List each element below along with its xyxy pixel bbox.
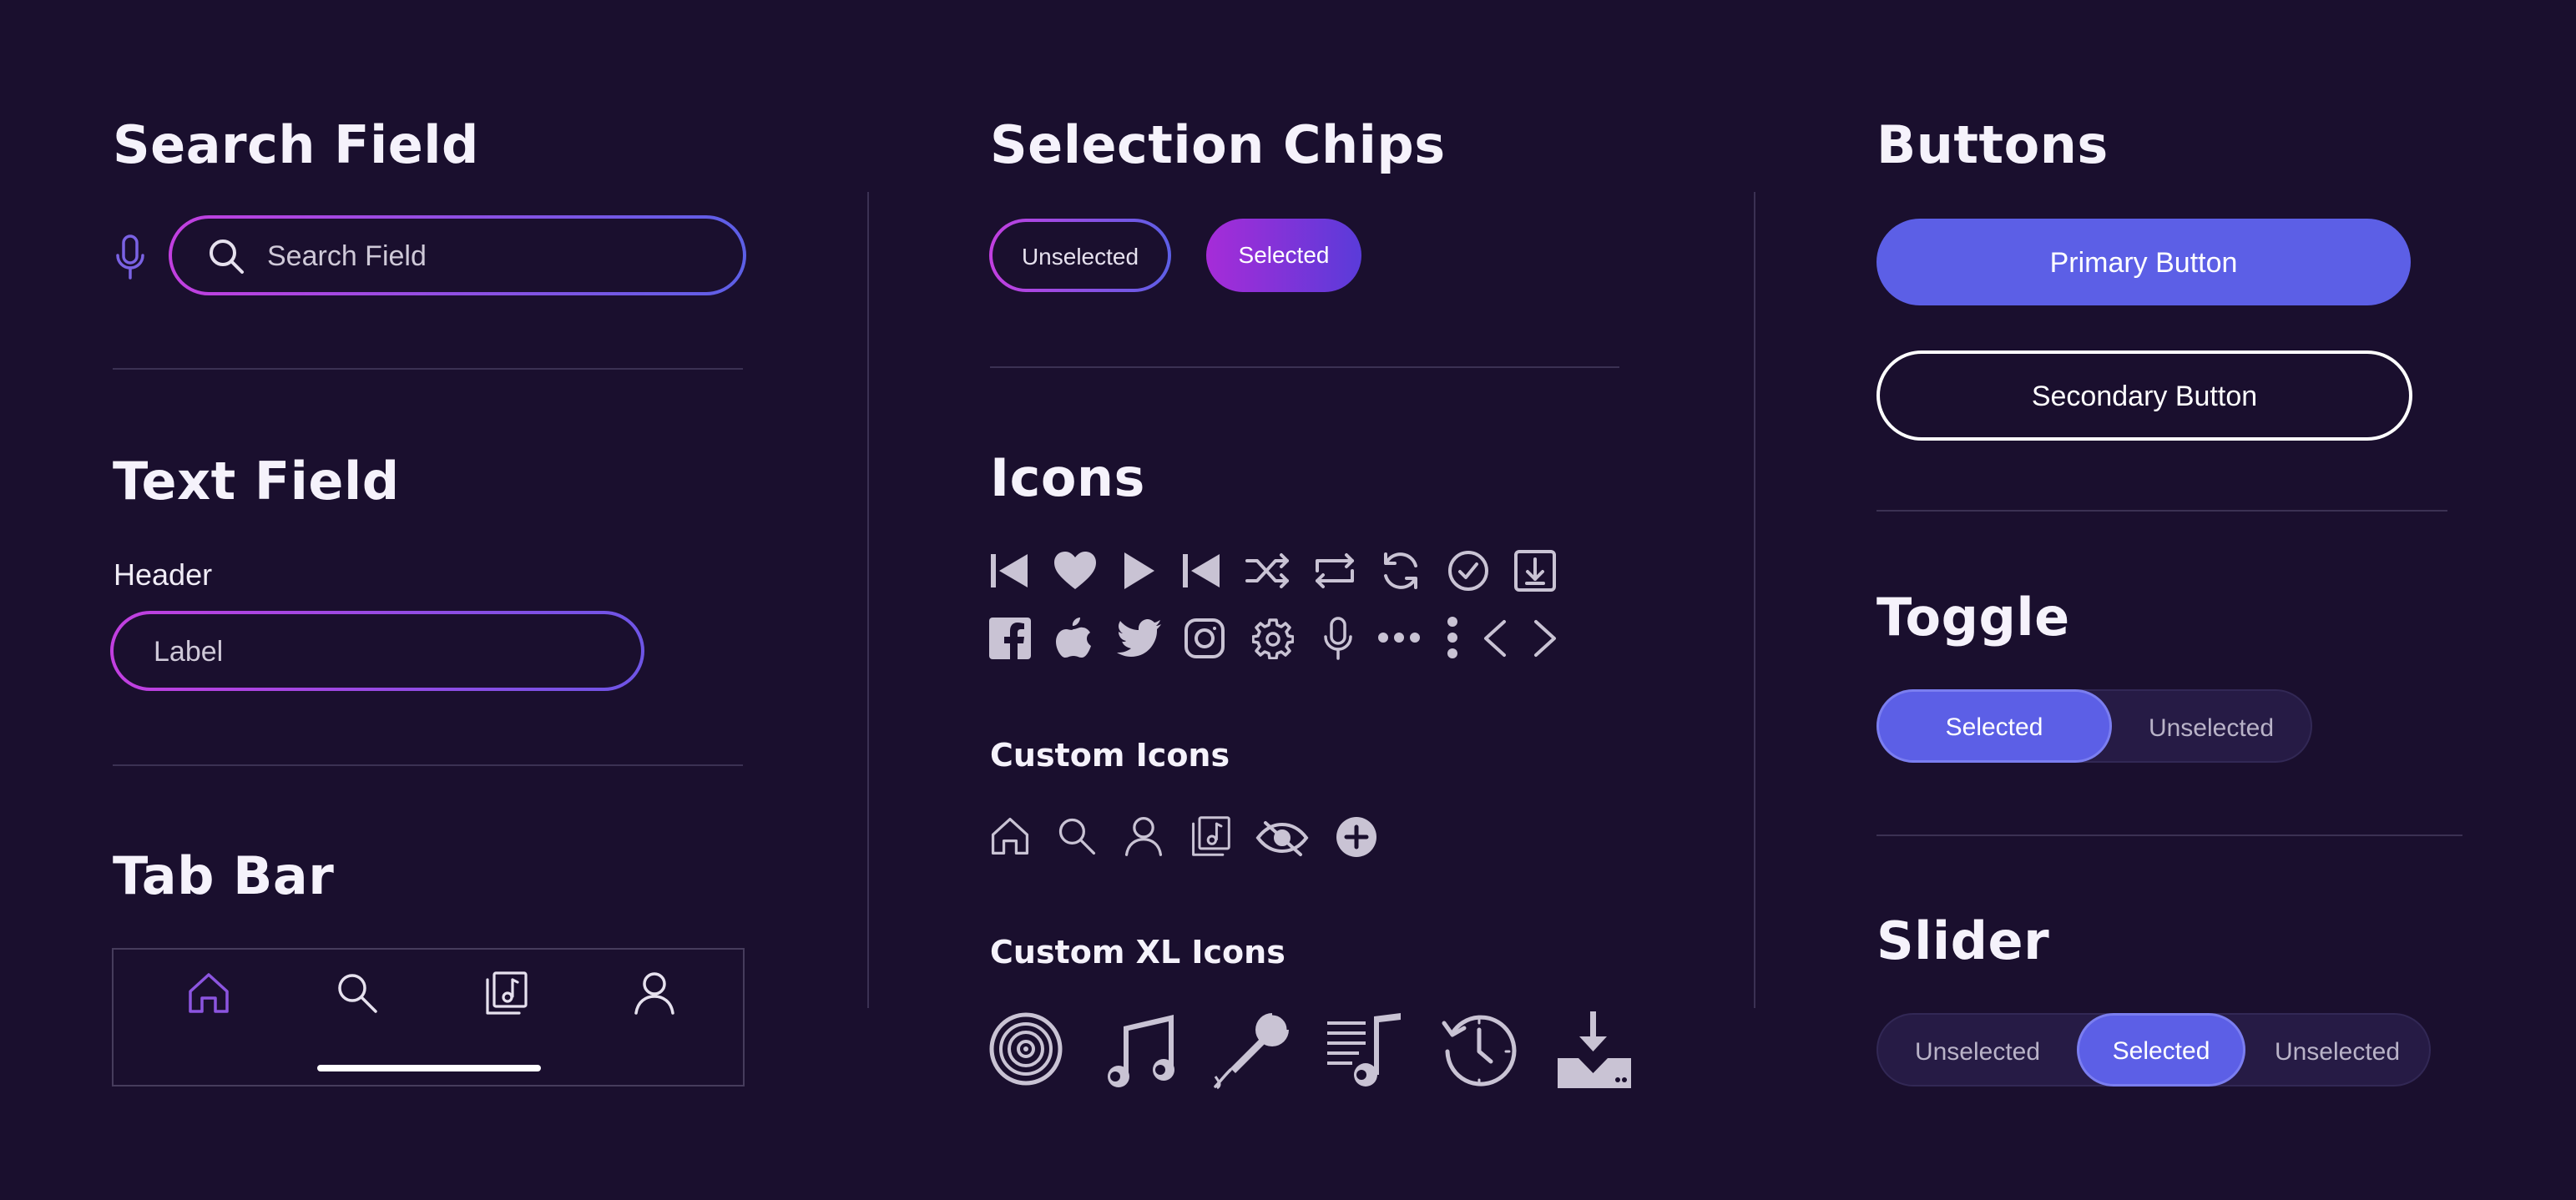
segmented-slider: Unselected Selected Unselected xyxy=(1876,1013,2431,1087)
tab-bar xyxy=(112,948,745,1087)
primary-button-label: Primary Button xyxy=(2049,247,2238,279)
vinyl-record-icon[interactable] xyxy=(988,1011,1063,1087)
text-field-title: Text Field xyxy=(113,451,400,512)
chip-unselected[interactable]: Unselected xyxy=(989,219,1171,292)
home-icon[interactable] xyxy=(988,814,1032,858)
repeat-icon[interactable] xyxy=(1312,551,1357,591)
more-horizontal-icon[interactable] xyxy=(1377,631,1421,644)
section-divider xyxy=(1876,510,2447,512)
shuffle-icon[interactable] xyxy=(1245,551,1291,591)
toggle-selected[interactable]: Selected xyxy=(1876,689,2112,763)
secondary-button[interactable]: Secondary Button xyxy=(1876,350,2412,441)
skip-back-icon-2[interactable] xyxy=(1181,551,1221,591)
text-field-input[interactable]: Label xyxy=(110,611,644,691)
text-field-label: Label xyxy=(154,636,224,668)
toggle-title: Toggle xyxy=(1876,587,2070,648)
music-library-icon[interactable] xyxy=(1189,814,1232,858)
toggle-selected-label: Selected xyxy=(1945,713,2043,741)
search-icon-custom[interactable] xyxy=(1055,814,1099,858)
text-field-header: Header xyxy=(114,557,213,592)
check-circle-icon[interactable] xyxy=(1447,549,1490,592)
tab-bar-title: Tab Bar xyxy=(113,845,335,906)
slider-title: Slider xyxy=(1876,910,2050,971)
facebook-icon[interactable] xyxy=(989,618,1031,659)
chevron-right-icon[interactable] xyxy=(1533,619,1558,658)
section-divider xyxy=(990,366,1619,368)
slider-option-left[interactable]: Unselected xyxy=(1878,1038,2077,1066)
microphone-icon[interactable] xyxy=(114,234,147,280)
search-icon xyxy=(207,237,245,275)
gear-icon[interactable] xyxy=(1252,618,1294,659)
chevron-left-icon[interactable] xyxy=(1482,619,1508,658)
toggle-unselected[interactable]: Unselected xyxy=(2112,714,2311,743)
microphone-icon-2[interactable] xyxy=(1322,616,1354,661)
secondary-button-label: Secondary Button xyxy=(2031,381,2258,412)
hidden-eye-icon[interactable] xyxy=(1255,818,1309,858)
instagram-icon[interactable] xyxy=(1184,618,1225,659)
icons-title: Icons xyxy=(990,447,1145,508)
karaoke-microphone-icon[interactable] xyxy=(1212,1010,1292,1090)
skip-back-icon[interactable] xyxy=(989,551,1029,591)
tab-search-icon[interactable] xyxy=(334,970,381,1016)
tab-home-icon[interactable] xyxy=(185,970,232,1016)
custom-icons-title: Custom Icons xyxy=(990,737,1230,774)
search-field-title: Search Field xyxy=(113,114,479,175)
user-icon[interactable] xyxy=(1122,814,1165,858)
home-indicator xyxy=(317,1065,541,1071)
section-divider xyxy=(1876,834,2462,836)
slider-option-selected[interactable]: Selected xyxy=(2077,1013,2245,1087)
twitter-icon[interactable] xyxy=(1117,619,1162,658)
column-divider-right xyxy=(1754,192,1755,1008)
section-divider xyxy=(113,764,743,766)
music-notes-icon[interactable] xyxy=(1100,1010,1179,1088)
custom-xl-icons-title: Custom XL Icons xyxy=(990,934,1285,971)
section-divider xyxy=(113,368,743,370)
buttons-title: Buttons xyxy=(1876,114,2109,175)
history-clock-icon[interactable] xyxy=(1441,1011,1518,1088)
search-input[interactable]: Search Field xyxy=(169,215,746,295)
search-placeholder: Search Field xyxy=(267,240,427,272)
playlist-music-icon[interactable] xyxy=(1326,1011,1402,1088)
chip-selected-label: Selected xyxy=(1238,242,1330,268)
heart-icon[interactable] xyxy=(1053,551,1097,591)
download-tray-icon[interactable] xyxy=(1556,1010,1633,1090)
slider-option-right[interactable]: Unselected xyxy=(2245,1038,2429,1066)
selection-chips-title: Selection Chips xyxy=(990,114,1446,175)
chip-selected[interactable]: Selected xyxy=(1206,219,1361,292)
slider-option-selected-label: Selected xyxy=(2112,1037,2210,1065)
download-box-icon[interactable] xyxy=(1513,549,1557,592)
more-vertical-icon[interactable] xyxy=(1446,616,1459,659)
sync-icon[interactable] xyxy=(1379,549,1422,592)
play-icon[interactable] xyxy=(1123,551,1156,591)
chip-unselected-label: Unselected xyxy=(1021,244,1139,270)
tab-library-icon[interactable] xyxy=(482,970,529,1016)
add-circle-icon[interactable] xyxy=(1336,816,1377,858)
toggle-group: Selected Unselected xyxy=(1876,689,2312,763)
tab-profile-icon[interactable] xyxy=(631,970,678,1016)
primary-button[interactable]: Primary Button xyxy=(1876,219,2411,305)
column-divider-left xyxy=(867,192,869,1008)
apple-icon[interactable] xyxy=(1055,616,1092,659)
